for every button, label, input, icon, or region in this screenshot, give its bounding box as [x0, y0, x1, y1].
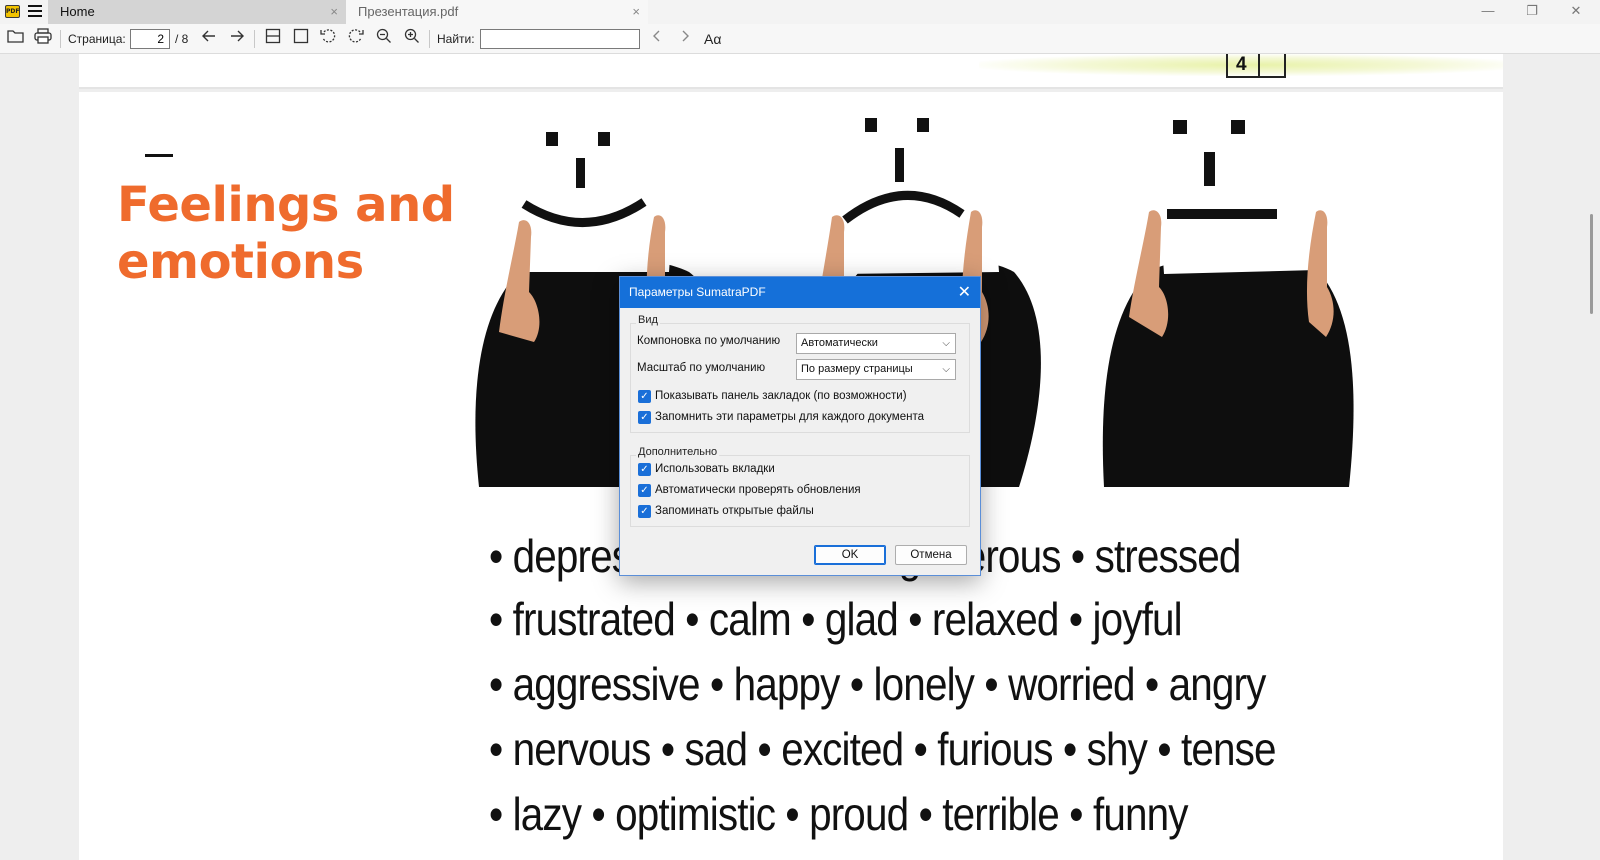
ok-button[interactable]: OK — [814, 545, 886, 565]
minimize-button[interactable]: — — [1466, 0, 1510, 24]
show-bookmarks-label: Показывать панель закладок (по возможнос… — [655, 390, 907, 402]
close-tab-icon[interactable]: × — [632, 0, 640, 24]
previous-page-number: 4 — [1226, 54, 1286, 78]
close-window-button[interactable]: ✕ — [1554, 0, 1598, 24]
remember-settings-label: Запомнить эти параметры для каждого доку… — [655, 411, 924, 423]
use-tabs-checkbox[interactable]: ✓ — [638, 463, 651, 476]
use-tabs-label: Использовать вкладки — [655, 463, 775, 475]
tab-label: Презентация.pdf — [358, 4, 459, 19]
check-updates-checkbox[interactable]: ✓ — [638, 484, 651, 497]
chevron-down-icon: ⌵ — [942, 364, 950, 375]
zoom-out-icon[interactable] — [373, 28, 395, 50]
remember-files-label: Запоминать открытые файлы — [655, 505, 814, 517]
options-dialog: Параметры SumatraPDF ✕ Вид Компоновка по… — [619, 276, 981, 576]
layout-label: Компоновка по умолчанию — [637, 335, 781, 347]
chevron-down-icon: ⌵ — [942, 338, 950, 349]
title-bar: PDF Home × Презентация.pdf × — ❐ ✕ — [0, 0, 1600, 24]
sumatra-pdf-icon[interactable]: PDF — [5, 5, 20, 18]
layout-select[interactable]: Автоматически ⌵ — [796, 333, 956, 354]
dialog-title: Параметры SumatraPDF — [629, 285, 766, 299]
page-total: / 8 — [175, 32, 189, 46]
arrow-right-icon[interactable] — [226, 28, 248, 50]
find-next-icon[interactable] — [674, 28, 696, 50]
zoom-label: Масштаб по умолчанию — [637, 362, 766, 374]
find-input[interactable] — [480, 29, 640, 49]
print-icon[interactable] — [32, 28, 54, 50]
zoom-in-icon[interactable] — [401, 28, 423, 50]
cancel-button[interactable]: Отмена — [895, 545, 967, 565]
dialog-title-bar: Параметры SumatraPDF ✕ — [620, 277, 980, 308]
show-bookmarks-checkbox[interactable]: ✓ — [638, 390, 651, 403]
find-label: Найти: — [437, 32, 475, 46]
fit-page-icon[interactable] — [290, 28, 312, 50]
page-label: Страница: — [68, 32, 126, 46]
view-group-label: Вид — [636, 314, 660, 326]
rotate-right-icon[interactable] — [345, 28, 367, 50]
close-icon[interactable]: ✕ — [958, 277, 971, 308]
open-folder-icon[interactable] — [5, 28, 27, 50]
remember-files-checkbox[interactable]: ✓ — [638, 505, 651, 518]
find-prev-icon[interactable] — [646, 28, 668, 50]
maximize-button[interactable]: ❐ — [1510, 0, 1554, 24]
tab-home[interactable]: Home × — [48, 0, 346, 24]
tab-document[interactable]: Презентация.pdf × — [346, 0, 648, 24]
advanced-group-label: Дополнительно — [636, 446, 720, 458]
close-tab-icon[interactable]: × — [330, 0, 338, 24]
zoom-select[interactable]: По размеру страницы ⌵ — [796, 359, 956, 380]
vertical-scrollbar[interactable] — [1590, 214, 1593, 314]
single-page-icon[interactable] — [262, 28, 284, 50]
hamburger-menu-icon[interactable] — [28, 5, 42, 18]
word-line: • lazy • optimistic • proud • terrible •… — [489, 788, 1188, 840]
match-case-icon[interactable]: Aα — [704, 28, 721, 50]
remember-settings-checkbox[interactable]: ✓ — [638, 411, 651, 424]
word-line: • frustrated • calm • glad • relaxed • j… — [489, 593, 1183, 645]
title-accent-line — [145, 154, 173, 157]
previous-page-bottom: 4 — [79, 54, 1503, 89]
tab-label: Home — [60, 4, 95, 19]
toolbar: Страница: / 8 Найти: Aα — [0, 24, 1600, 54]
page-number-input[interactable] — [130, 29, 170, 49]
arrow-left-icon[interactable] — [198, 28, 220, 50]
word-line: • aggressive • happy • lonely • worried … — [489, 658, 1266, 710]
slide-title: Feelings and emotions — [117, 177, 455, 290]
word-line: • nervous • sad • excited • furious • sh… — [489, 723, 1277, 775]
rotate-left-icon[interactable] — [317, 28, 339, 50]
check-updates-label: Автоматически проверять обновления — [655, 484, 861, 496]
